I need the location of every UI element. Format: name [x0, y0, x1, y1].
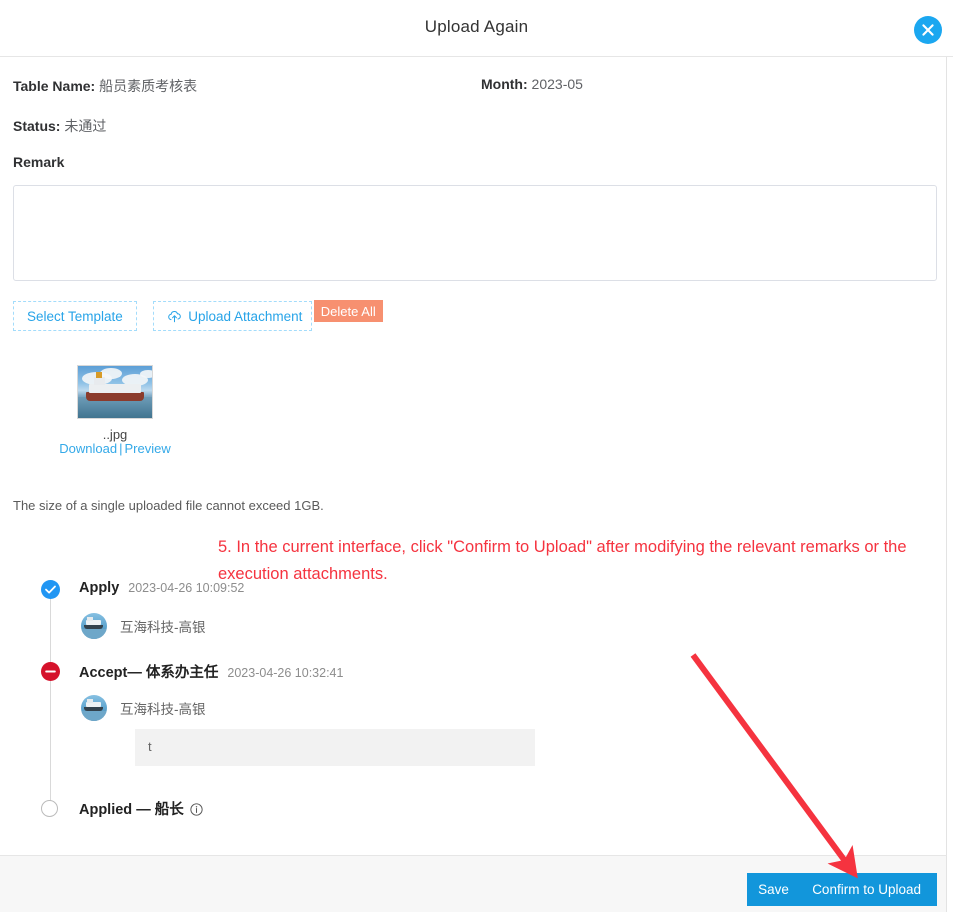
status-row: Status: 未通过 — [13, 116, 106, 136]
delete-all-button[interactable]: Delete All — [313, 300, 383, 322]
confirm-to-upload-button[interactable]: Confirm to Upload — [796, 873, 937, 906]
month-value: 2023-05 — [531, 76, 583, 92]
instruction-annotation: 5. In the current interface, click "Conf… — [218, 538, 907, 583]
month-label: Month: — [481, 76, 528, 92]
remark-input[interactable] — [13, 185, 937, 281]
upload-attachment-button[interactable]: Upload Attachment — [153, 301, 313, 331]
upload-again-modal: Upload Again Table Name: 船员素质考核表 Month: … — [0, 0, 953, 912]
remark-label: Remark — [13, 154, 65, 170]
attachment-action-bar: Select Template Upload Attachment Delete… — [13, 300, 383, 331]
check-circle-icon — [41, 580, 60, 599]
info-circle-icon[interactable] — [190, 803, 203, 821]
page-title: Upload Again — [424, 17, 529, 36]
table-name-label: Table Name: — [13, 78, 96, 94]
table-name-row: Table Name: 船员素质考核表 — [13, 76, 197, 96]
timeline-username: 互海科技-高银 — [120, 702, 206, 717]
avatar — [81, 695, 107, 721]
save-button[interactable]: Save — [747, 873, 800, 906]
timeline-step-name: Apply — [79, 580, 120, 596]
modal-footer: Save Confirm to Upload — [0, 855, 947, 912]
timeline-step-time: 2023-04-26 10:32:41 — [227, 666, 344, 680]
attachment-links: Download | Preview — [52, 441, 178, 456]
status-value: 未通过 — [64, 118, 107, 134]
attachment-item: ..jpg Download | Preview — [59, 365, 171, 456]
table-name-value: 船员素质考核表 — [99, 78, 198, 94]
select-template-button[interactable]: Select Template — [13, 301, 137, 331]
timeline-header: Applied — 船长 — [79, 798, 203, 821]
cloud-upload-icon — [167, 310, 182, 323]
month-row: Month: 2023-05 — [481, 76, 583, 92]
empty-circle-icon — [41, 800, 58, 817]
attachment-thumbnail[interactable] — [77, 365, 153, 419]
modal-body: Table Name: 船员素质考核表 Month: 2023-05 Statu… — [0, 57, 947, 855]
timeline-step-name: Applied — 船长 — [79, 802, 184, 818]
link-separator: | — [119, 441, 123, 456]
timeline-user: 互海科技-高银 — [81, 695, 206, 721]
file-size-note: The size of a single uploaded file canno… — [13, 498, 324, 513]
minus-circle-icon — [41, 662, 60, 681]
timeline-user: 互海科技-高银 — [81, 613, 206, 639]
timeline-step-name: Accept— 体系办主任 — [79, 665, 219, 681]
upload-attachment-label: Upload Attachment — [188, 308, 303, 324]
timeline-comment: t — [135, 729, 535, 766]
avatar — [81, 613, 107, 639]
status-label: Status: — [13, 118, 61, 134]
timeline-username: 互海科技-高银 — [120, 620, 206, 635]
timeline-header: Accept— 体系办主任 2023-04-26 10:32:41 — [79, 661, 343, 682]
modal-header: Upload Again — [0, 0, 953, 57]
close-icon[interactable] — [914, 16, 942, 44]
attachment-filename: ..jpg — [102, 427, 128, 442]
preview-link[interactable]: Preview — [124, 441, 170, 456]
download-link[interactable]: Download — [59, 441, 117, 456]
timeline-connector — [50, 592, 51, 812]
